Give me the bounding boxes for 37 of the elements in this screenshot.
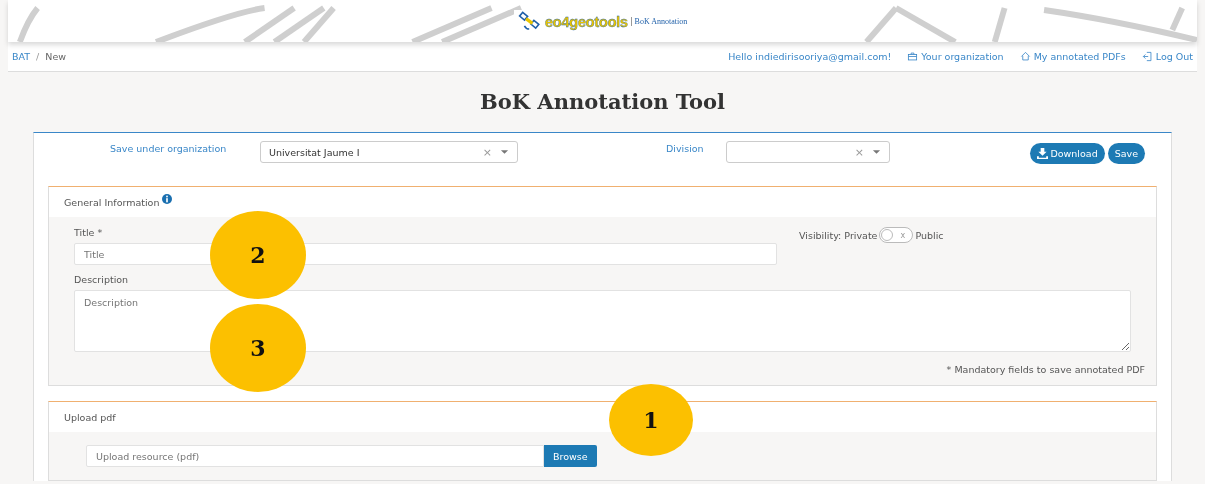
logo-text: eo4geotools — [544, 12, 628, 30]
select-value: Universitat Jaume I — [269, 146, 360, 158]
caret-icon — [500, 149, 509, 155]
select-field[interactable]: × — [726, 141, 890, 163]
panel-heading: Upload pdf — [64, 411, 116, 423]
panel-heading: General Information — [64, 196, 160, 208]
logo-subtitle: BoK Annotation — [630, 16, 688, 26]
greeting-text: Hello indiedirisooriya@gmail.com! — [728, 51, 892, 62]
visibility-toggle[interactable]: x — [879, 227, 914, 243]
save-button[interactable]: Save — [1107, 143, 1145, 164]
nav-link[interactable]: Your organization — [907, 51, 1004, 62]
breadcrumb-item: New — [45, 51, 67, 62]
breadcrumb-separator: / — [36, 51, 40, 62]
clear-icon[interactable]: × — [482, 145, 492, 159]
visibility-label: Visibility: Private — [799, 229, 878, 241]
nav-link[interactable]: Log Out — [1141, 51, 1193, 62]
caret-icon — [872, 149, 881, 155]
field-label: Title * — [74, 227, 104, 238]
logout-icon — [1141, 51, 1153, 62]
briefcase-icon — [907, 51, 919, 62]
field-label: Division — [666, 142, 705, 154]
download-button[interactable]: Download — [1030, 143, 1105, 164]
upload-field[interactable]: Upload resource (pdf) — [86, 445, 544, 467]
clear-icon[interactable]: × — [854, 145, 864, 159]
info-icon — [162, 194, 173, 204]
page-title: BoK Annotation Tool — [479, 88, 726, 116]
visibility-label: Public — [915, 229, 944, 241]
breadcrumb-link[interactable]: BAT — [12, 51, 31, 62]
home-icon — [1019, 51, 1031, 62]
field-label: Save under organization — [110, 142, 228, 154]
mandatory-note: * Mandatory fields to save annotated PDF — [945, 364, 1145, 375]
satellite-icon — [517, 10, 542, 32]
select-field[interactable]: Universitat Jaume I × — [260, 141, 518, 163]
nav-link[interactable]: My annotated PDFs — [1019, 51, 1126, 62]
field-label: Description — [74, 274, 130, 285]
browse-button[interactable]: Browse — [544, 445, 597, 467]
download-icon — [1037, 148, 1049, 159]
